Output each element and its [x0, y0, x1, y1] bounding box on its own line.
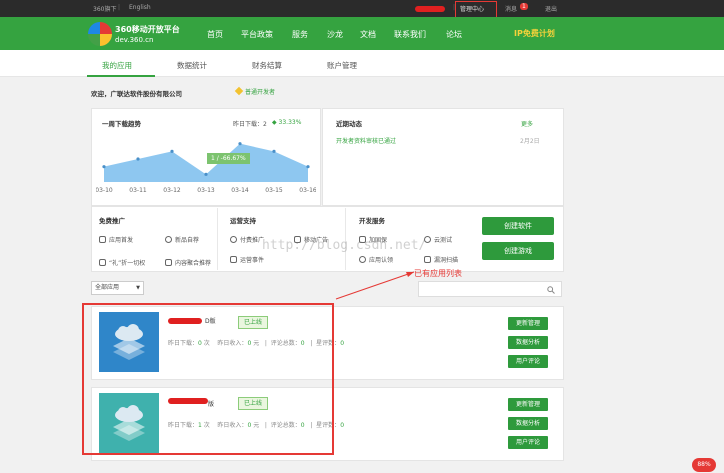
- chart-tooltip: 1 / -66.67%: [207, 153, 250, 164]
- ops-item-paid[interactable]: 付费推广: [230, 235, 264, 244]
- chart-point: [136, 157, 140, 161]
- user-reviews-button[interactable]: 用户评论: [508, 436, 548, 449]
- nav-item-policy[interactable]: 平台政策: [241, 29, 273, 40]
- tab-my-apps[interactable]: 我的应用: [102, 60, 132, 71]
- downloads-chart: 03-10 03-11 03-12 03-13 03-14 03-15 03-16: [96, 142, 316, 194]
- brand-title: 360移动开放平台: [115, 25, 180, 34]
- nav-item-forum[interactable]: 论坛: [446, 29, 462, 40]
- messages-count-badge: 1: [520, 3, 528, 10]
- chart-point: [102, 165, 106, 169]
- chart-point: [306, 165, 310, 169]
- downloads-growth: ◆ 33.33%: [272, 119, 302, 126]
- ops-item-events[interactable]: 运营事件: [230, 255, 264, 264]
- x-tick-label: 03-16: [299, 187, 316, 194]
- active-tab-indicator: [87, 75, 155, 77]
- news-more-link[interactable]: 更多: [521, 119, 533, 128]
- gift-icon: [99, 259, 106, 266]
- nav-item-contact[interactable]: 联系我们: [394, 29, 426, 40]
- search-icon: [547, 286, 555, 294]
- yesterday-downloads-summary: 昨日下载：2: [233, 121, 267, 128]
- welcome-text: 欢迎，广联达软件股份有限公司: [91, 90, 182, 98]
- x-tick-label: 03-13: [197, 187, 215, 194]
- app-list-highlight: [82, 303, 334, 455]
- app-filter-select[interactable]: 全部应用 ▼: [91, 281, 144, 295]
- app-list-annotation: 已有应用列表: [414, 269, 462, 278]
- user-reviews-button[interactable]: 用户评论: [508, 355, 548, 368]
- messages-link[interactable]: 消息: [505, 4, 517, 13]
- news-title: 近期动态: [336, 120, 362, 128]
- developer-badge: 普通开发者: [234, 86, 275, 96]
- tab-statistics[interactable]: 数据统计: [177, 60, 207, 71]
- dev-item-scan[interactable]: 漏洞扫描: [424, 255, 458, 264]
- chart-point: [170, 149, 174, 153]
- ops-support-title: 运营支持: [230, 217, 256, 225]
- news-item[interactable]: 开发者资料审核已通过: [336, 136, 396, 145]
- link-360[interactable]: 360旗下: [93, 4, 116, 13]
- nav-item-docs[interactable]: 文档: [360, 29, 376, 40]
- watermark: http://blog.csdn.net/: [262, 238, 427, 253]
- nav-item-salon[interactable]: 沙龙: [327, 29, 343, 40]
- nav-item-home[interactable]: 首页: [207, 29, 223, 40]
- sun-icon: [165, 236, 172, 243]
- x-tick-label: 03-10: [96, 187, 113, 194]
- create-game-button[interactable]: 创建游戏: [482, 242, 554, 260]
- coin-icon: [230, 236, 237, 243]
- x-tick-label: 03-12: [163, 187, 181, 194]
- logo-icon[interactable]: [88, 22, 112, 46]
- chart-point: [204, 172, 208, 176]
- perf-badge: 88%: [692, 458, 716, 472]
- free-item-gift[interactable]: “礼”折一切权: [99, 258, 145, 267]
- search-input[interactable]: [418, 281, 562, 297]
- free-item-recommend[interactable]: 新品自荐: [165, 235, 199, 244]
- nav-item-service[interactable]: 服务: [292, 29, 308, 40]
- link-english[interactable]: English: [129, 4, 151, 11]
- chevron-down-icon: ▼: [136, 285, 140, 291]
- free-item-launch[interactable]: 应用首发: [99, 235, 133, 244]
- x-tick-label: 03-11: [129, 187, 147, 194]
- up-arrow-icon: ◆: [272, 119, 277, 126]
- logout-link[interactable]: 退出: [545, 4, 557, 13]
- chart-point: [272, 149, 276, 153]
- box-icon: [99, 236, 106, 243]
- dev-services-title: 开发服务: [359, 217, 385, 225]
- x-tick-label: 03-15: [265, 187, 283, 194]
- calendar-icon: [230, 256, 237, 263]
- bug-icon: [424, 256, 431, 263]
- redacted-username: [415, 6, 445, 12]
- create-app-button[interactable]: 创建软件: [482, 217, 554, 235]
- update-manage-button[interactable]: 更新管理: [508, 398, 548, 411]
- news-item-date: 2月2日: [520, 138, 540, 145]
- tab-finance[interactable]: 财务结算: [252, 60, 282, 71]
- diamond-icon: [234, 86, 244, 96]
- data-analysis-button[interactable]: 数据分析: [508, 417, 548, 430]
- data-analysis-button[interactable]: 数据分析: [508, 336, 548, 349]
- chart-point: [238, 142, 242, 146]
- ip-plan-link[interactable]: IP免费计划: [514, 28, 555, 39]
- tab-account[interactable]: 账户管理: [327, 60, 357, 71]
- update-manage-button[interactable]: 更新管理: [508, 317, 548, 330]
- free-item-content[interactable]: 内容聚合推荐: [165, 258, 211, 267]
- dev-item-cloudtest[interactable]: 云测试: [424, 235, 452, 244]
- annotation-arrow: [335, 271, 415, 300]
- x-tick-label: 03-14: [231, 187, 249, 194]
- chart-area: [104, 143, 308, 182]
- free-promo-title: 免费推广: [99, 217, 125, 225]
- user-icon: [359, 256, 366, 263]
- top-bar: 360旗下 | English | 管理中心 消息 1 退出: [0, 0, 724, 17]
- downloads-title: 一周下载趋势: [102, 120, 141, 128]
- dev-item-claim[interactable]: 应用认领: [359, 255, 393, 264]
- image-icon: [165, 259, 172, 266]
- brand-domain: dev.360.cn: [115, 36, 154, 44]
